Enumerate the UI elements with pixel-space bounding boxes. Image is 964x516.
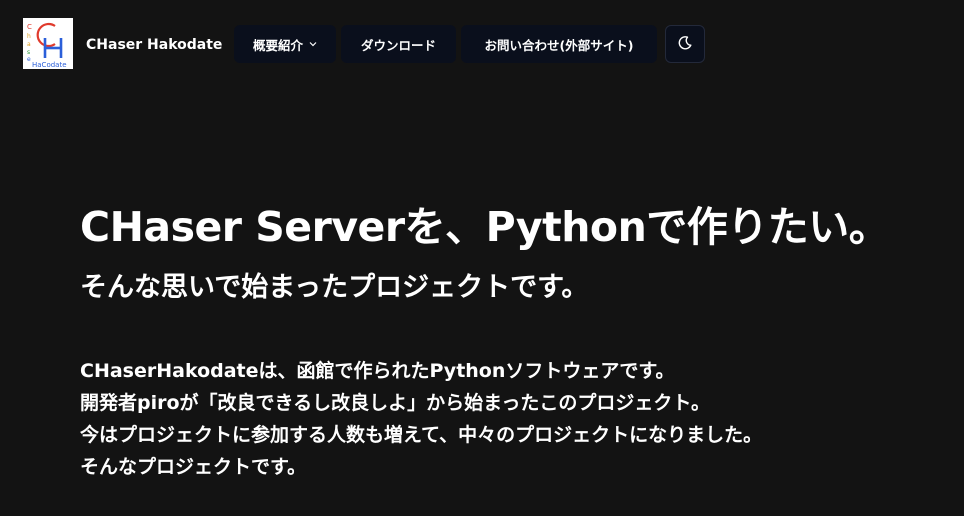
svg-text:s: s — [27, 49, 30, 56]
description-line: CHaserHakodateは、函館で作られたPythonソフトウェアです。 — [80, 360, 675, 382]
chevron-down-icon — [309, 41, 317, 47]
site-logo[interactable]: C h a s e HaCodate — [23, 18, 73, 69]
hero-title: CHaser Serverを、Pythonで作りたい。 — [80, 203, 890, 251]
hero-description: CHaserHakodateは、函館で作られたPythonソフトウェアです。 開… — [80, 355, 762, 483]
nav-about-label: 概要紹介 — [252, 37, 303, 53]
svg-text:HaCodate: HaCodate — [32, 61, 67, 69]
nav-download-button[interactable]: ダウンロード — [341, 25, 456, 63]
nav-contact-label: お問い合わせ(外部サイト) — [484, 37, 634, 53]
svg-text:e: e — [27, 56, 31, 63]
description-line: 開発者piroが「改良できるし改良しよ」から始まったこのプロジェクト。 — [80, 392, 711, 414]
nav-contact-link[interactable]: お問い合わせ(外部サイト) — [461, 25, 657, 63]
nav-about-dropdown[interactable]: 概要紹介 — [234, 25, 336, 63]
svg-text:C: C — [27, 23, 32, 31]
nav-download-label: ダウンロード — [360, 37, 436, 53]
hero-subtitle: そんな思いで始まったプロジェクトです。 — [80, 272, 589, 303]
svg-text:a: a — [27, 41, 31, 48]
description-line: そんなプロジェクトです。 — [80, 456, 307, 478]
navbar: C h a s e HaCodate CHaser Hakodate 概要紹介 … — [0, 0, 964, 88]
theme-toggle-button[interactable] — [665, 25, 705, 63]
svg-text:h: h — [27, 33, 31, 40]
brand-title[interactable]: CHaser Hakodate — [86, 36, 222, 54]
description-line: 今はプロジェクトに参加する人数も増えて、中々のプロジェクトになりました。 — [80, 424, 763, 446]
moon-icon — [677, 35, 693, 54]
